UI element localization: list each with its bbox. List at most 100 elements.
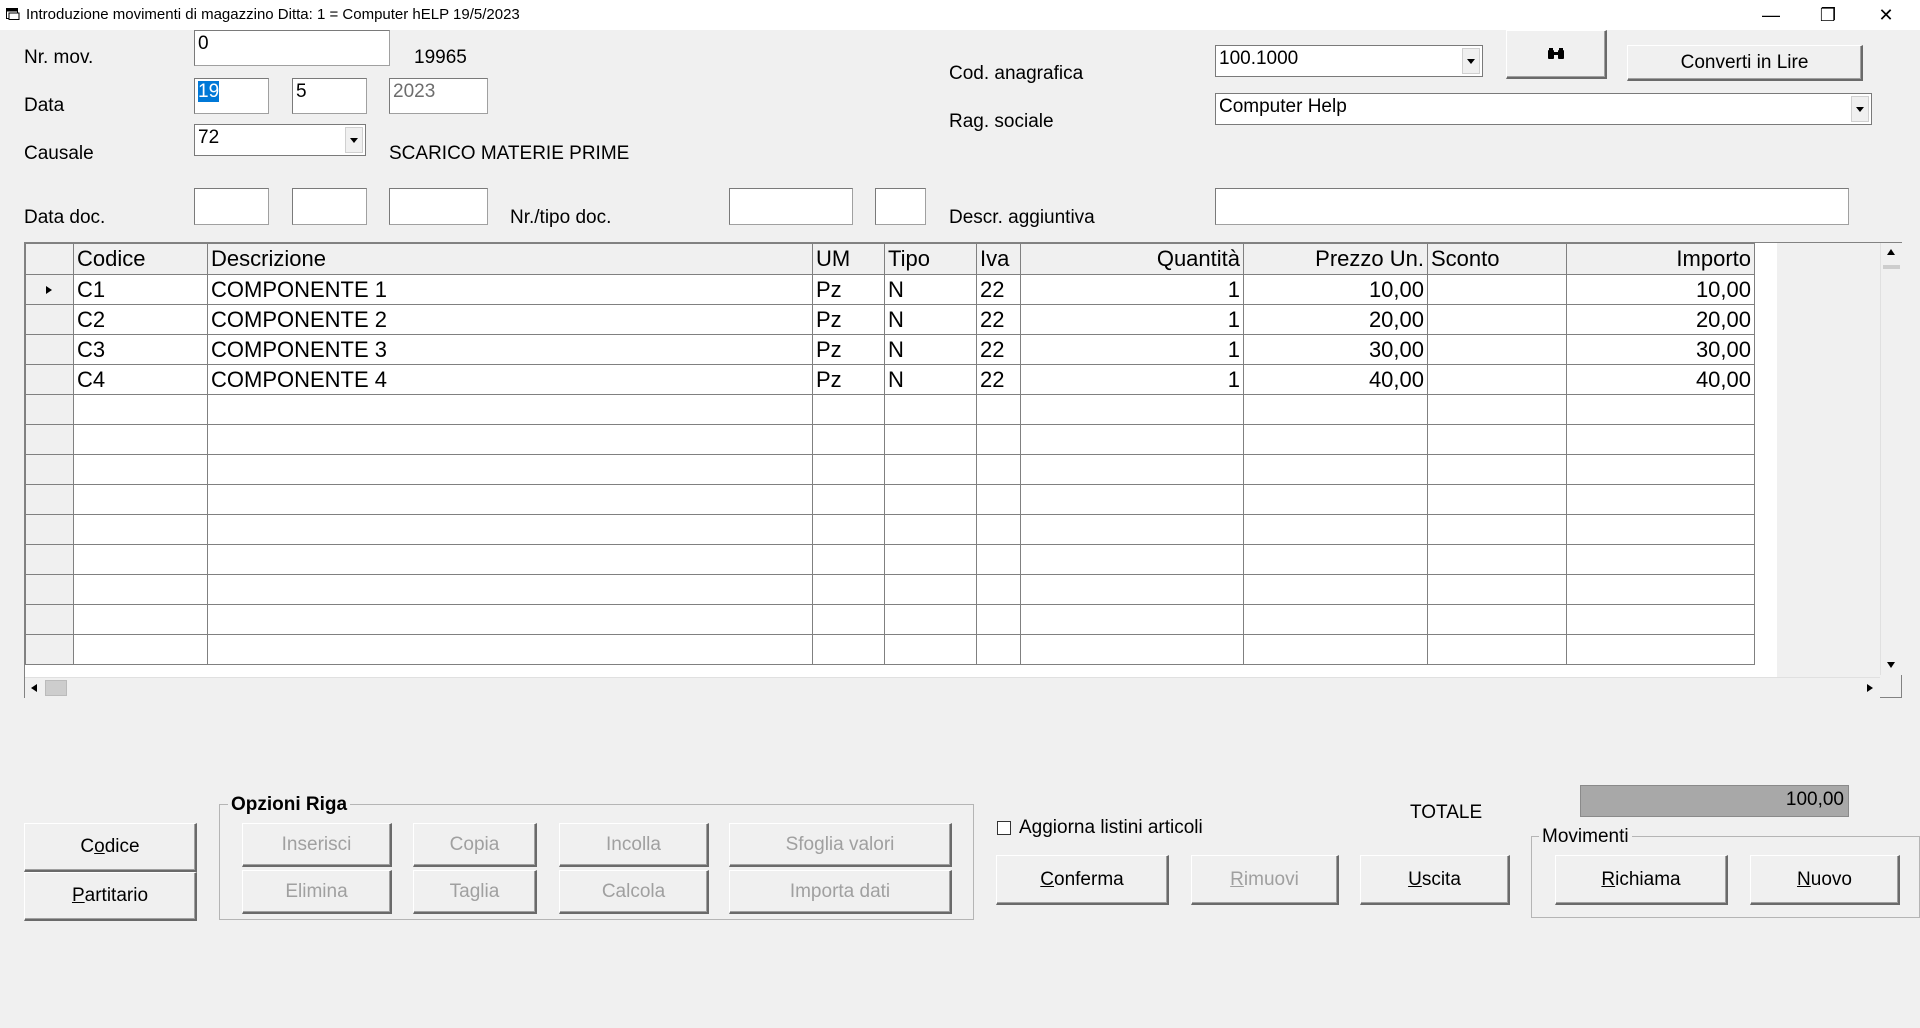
richiama-button[interactable]: Richiama: [1555, 855, 1728, 905]
empty-cell[interactable]: [1566, 484, 1755, 515]
incolla-button[interactable]: Incolla: [559, 823, 709, 867]
cell-importo[interactable]: 10,00: [1566, 274, 1755, 305]
empty-cell[interactable]: [884, 544, 977, 575]
cell-quantita[interactable]: 1: [1020, 334, 1244, 365]
empty-cell[interactable]: [1427, 514, 1567, 545]
empty-cell[interactable]: [812, 514, 885, 545]
empty-cell[interactable]: [1427, 424, 1567, 455]
aggiorna-listini-checkbox[interactable]: [997, 821, 1011, 835]
row-indicator[interactable]: [25, 424, 74, 455]
row-indicator[interactable]: [25, 274, 74, 305]
horizontal-scrollbar[interactable]: [25, 677, 1880, 698]
empty-cell[interactable]: [1427, 574, 1567, 605]
empty-cell[interactable]: [207, 574, 813, 605]
nuovo-button[interactable]: Nuovo: [1750, 855, 1900, 905]
empty-table-row[interactable]: [25, 514, 1755, 545]
empty-cell[interactable]: [73, 484, 208, 515]
maximize-button[interactable]: ❐: [1800, 0, 1856, 30]
row-indicator[interactable]: [25, 544, 74, 575]
empty-cell[interactable]: [1566, 634, 1755, 665]
column-header-um[interactable]: UM: [812, 243, 885, 275]
movements-grid[interactable]: Codice Descrizione UM Tipo Iva Quantità …: [24, 242, 1902, 698]
nr-doc-field[interactable]: [729, 188, 853, 225]
empty-cell[interactable]: [73, 514, 208, 545]
column-header-prezzo-un[interactable]: Prezzo Un.: [1243, 243, 1428, 275]
empty-cell[interactable]: [884, 514, 977, 545]
empty-cell[interactable]: [1566, 604, 1755, 635]
data-doc-month-field[interactable]: [292, 188, 367, 225]
aggiorna-listini-label[interactable]: Aggiorna listini articoli: [1019, 817, 1203, 839]
codice-button[interactable]: Codice: [24, 823, 197, 872]
cell-quantita[interactable]: 1: [1020, 304, 1244, 335]
empty-cell[interactable]: [1566, 574, 1755, 605]
empty-cell[interactable]: [73, 604, 208, 635]
empty-cell[interactable]: [884, 574, 977, 605]
empty-cell[interactable]: [1427, 634, 1567, 665]
empty-cell[interactable]: [884, 454, 977, 485]
empty-cell[interactable]: [207, 514, 813, 545]
copia-button[interactable]: Copia: [413, 823, 537, 867]
cell-descrizione[interactable]: COMPONENTE 3: [207, 334, 813, 365]
cell-prezzo-un[interactable]: 40,00: [1243, 364, 1428, 395]
converti-in-lire-button[interactable]: Converti in Lire: [1627, 45, 1863, 81]
empty-cell[interactable]: [976, 424, 1021, 455]
column-header-codice[interactable]: Codice: [73, 243, 208, 275]
cell-iva[interactable]: 22: [976, 364, 1021, 395]
inserisci-button[interactable]: Inserisci: [242, 823, 392, 867]
empty-cell[interactable]: [812, 634, 885, 665]
scroll-left-icon[interactable]: [30, 683, 38, 693]
vertical-scrollbar[interactable]: [1880, 243, 1902, 675]
cell-codice[interactable]: C2: [73, 304, 208, 335]
rimuovi-button[interactable]: Rimuovi: [1191, 855, 1339, 905]
empty-cell[interactable]: [73, 394, 208, 425]
cell-iva[interactable]: 22: [976, 334, 1021, 365]
horizontal-scroll-thumb[interactable]: [45, 680, 67, 696]
sfoglia-valori-button[interactable]: Sfoglia valori: [729, 823, 952, 867]
cell-um[interactable]: Pz: [812, 364, 885, 395]
empty-cell[interactable]: [73, 544, 208, 575]
empty-cell[interactable]: [976, 634, 1021, 665]
empty-cell[interactable]: [1243, 514, 1428, 545]
causale-combo[interactable]: 72: [194, 124, 366, 156]
cell-importo[interactable]: 30,00: [1566, 334, 1755, 365]
empty-cell[interactable]: [1427, 544, 1567, 575]
search-button[interactable]: [1506, 30, 1607, 79]
cell-descrizione[interactable]: COMPONENTE 1: [207, 274, 813, 305]
scroll-down-icon[interactable]: [1886, 661, 1896, 669]
empty-table-row[interactable]: [25, 424, 1755, 455]
empty-cell[interactable]: [73, 574, 208, 605]
row-indicator[interactable]: [25, 364, 74, 395]
rag-sociale-combo[interactable]: Computer Help: [1215, 93, 1872, 125]
empty-cell[interactable]: [1427, 484, 1567, 515]
empty-cell[interactable]: [884, 484, 977, 515]
empty-cell[interactable]: [976, 484, 1021, 515]
column-header-quantita[interactable]: Quantità: [1020, 243, 1244, 275]
elimina-button[interactable]: Elimina: [242, 870, 392, 914]
cell-quantita[interactable]: 1: [1020, 364, 1244, 395]
importa-dati-button[interactable]: Importa dati: [729, 870, 952, 914]
empty-table-row[interactable]: [25, 604, 1755, 635]
cell-codice[interactable]: C1: [73, 274, 208, 305]
row-indicator[interactable]: [25, 334, 74, 365]
row-indicator[interactable]: [25, 484, 74, 515]
close-button[interactable]: ✕: [1858, 0, 1914, 30]
empty-cell[interactable]: [1243, 484, 1428, 515]
row-indicator[interactable]: [25, 304, 74, 335]
cell-tipo[interactable]: N: [884, 274, 977, 305]
empty-cell[interactable]: [1020, 604, 1244, 635]
cell-codice[interactable]: C4: [73, 364, 208, 395]
cell-descrizione[interactable]: COMPONENTE 4: [207, 364, 813, 395]
chevron-down-icon[interactable]: [1851, 96, 1869, 122]
empty-cell[interactable]: [884, 634, 977, 665]
empty-cell[interactable]: [1020, 544, 1244, 575]
empty-cell[interactable]: [1566, 544, 1755, 575]
cell-um[interactable]: Pz: [812, 304, 885, 335]
table-row[interactable]: C1 COMPONENTE 1 Pz N 22 1 10,00 10,00: [25, 274, 1755, 305]
empty-cell[interactable]: [812, 544, 885, 575]
empty-cell[interactable]: [976, 544, 1021, 575]
table-row[interactable]: C2 COMPONENTE 2 Pz N 22 1 20,00 20,00: [25, 304, 1755, 335]
cell-sconto[interactable]: [1427, 304, 1567, 335]
empty-cell[interactable]: [207, 484, 813, 515]
empty-cell[interactable]: [884, 604, 977, 635]
cell-tipo[interactable]: N: [884, 364, 977, 395]
